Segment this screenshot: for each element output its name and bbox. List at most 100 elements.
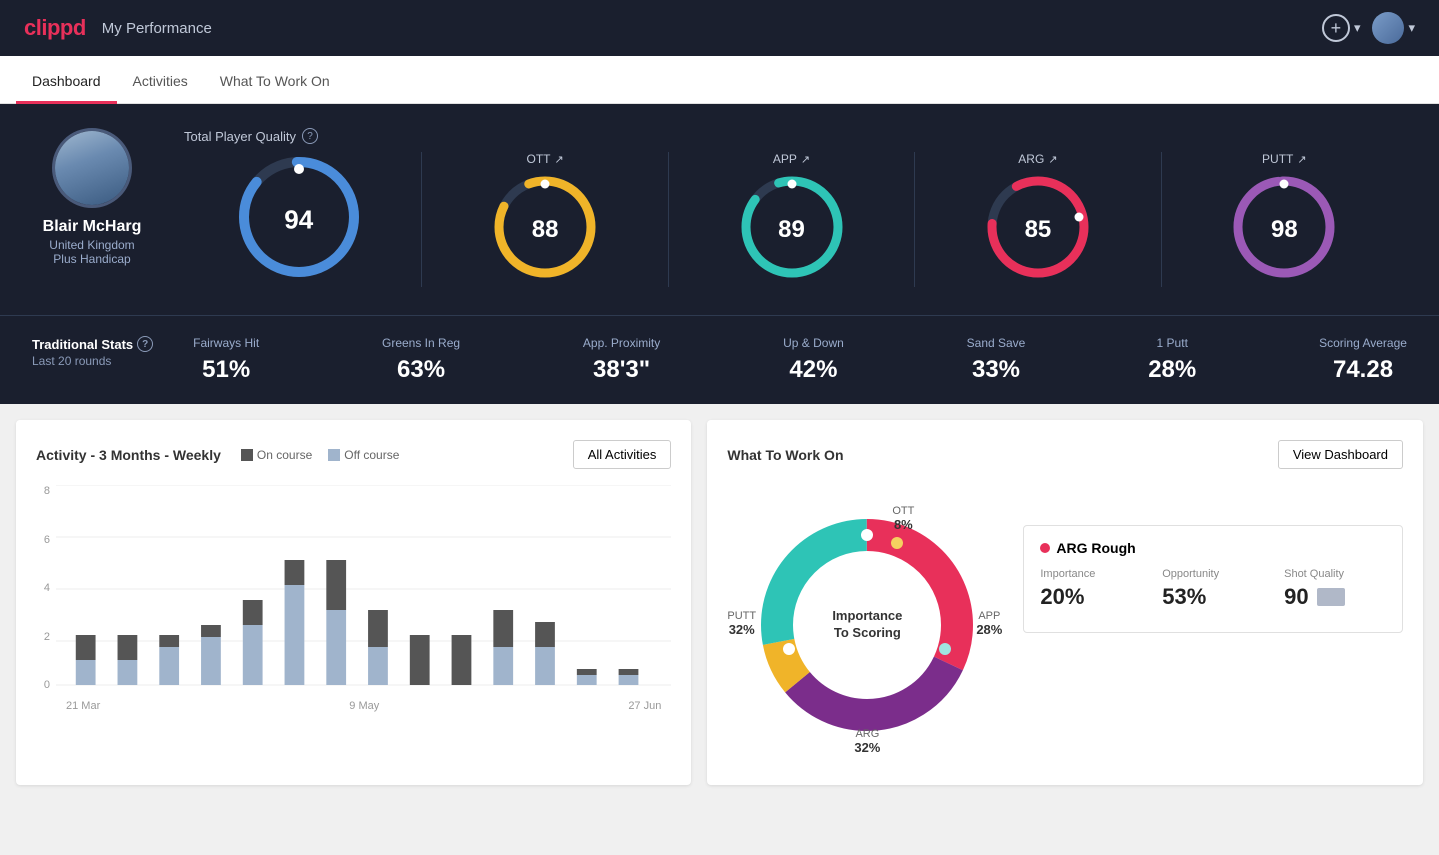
player-avatar-image [55,131,129,205]
gauge-total: 94 [184,152,422,287]
wtwo-panel: What To Work On View Dashboard [707,420,1423,785]
chart-legend: On course Off course [241,448,400,462]
user-menu-button[interactable]: ▾ [1372,12,1415,44]
gauge-arg-label: ARG ↗ [1018,152,1057,166]
activity-panel: Activity - 3 Months - Weekly On course O… [16,420,691,785]
header-left: clippd My Performance [24,15,212,41]
gauge-putt-value: 98 [1271,216,1298,244]
header-right: + ▾ ▾ [1322,12,1415,44]
user-chevron: ▾ [1408,20,1415,36]
stats-title: Traditional Stats ? [32,336,153,352]
stat-up-down: Up & Down 42% [783,336,844,384]
shot-quality-row: 90 [1284,584,1386,610]
performance-panel: Blair McHarg United Kingdom Plus Handica… [0,104,1439,315]
player-handicap: Plus Handicap [53,252,130,266]
y-axis: 8 6 4 2 0 [36,485,56,695]
donut-center-text: Importance To Scoring [827,608,907,642]
gauge-arg-value: 85 [1025,216,1052,244]
detail-metric-opportunity: Opportunity 53% [1162,568,1264,610]
putt-label-pct: 32% [727,622,756,637]
player-avatar [52,128,132,208]
wtwo-content: Importance To Scoring OTT 8% APP 28% ARG… [727,485,1403,765]
arg-label-text: ARG [854,728,880,740]
donut-label-ott: OTT 8% [892,505,914,532]
donut-label-app: APP 28% [976,610,1002,637]
stat-sand-save: Sand Save 33% [967,336,1026,384]
gauge-app-circle: 89 [737,172,847,287]
gauge-arg: ARG ↗ 85 [915,152,1161,287]
y-label-2: 2 [36,631,50,643]
activity-panel-header: Activity - 3 Months - Weekly On course O… [36,440,671,469]
user-avatar [1372,12,1404,44]
add-chevron: ▾ [1354,20,1361,36]
donut-chart-area: Importance To Scoring OTT 8% APP 28% ARG… [727,485,1007,765]
stats-row: Traditional Stats ? Last 20 rounds Fairw… [0,315,1439,404]
detail-card: ARG Rough Importance 20% Opportunity 53%… [1023,525,1403,633]
chart-inner: 21 Mar 9 May 27 Jun [56,485,671,712]
player-section: Blair McHarg United Kingdom Plus Handica… [32,128,1407,287]
putt-label-text: PUTT [727,610,756,622]
app-label-pct: 28% [976,622,1002,637]
bar-chart-svg [56,485,671,695]
y-label-4: 4 [36,582,50,594]
tabs-nav: Dashboard Activities What To Work On [0,56,1439,104]
gauge-total-circle: 94 [234,152,364,287]
activity-title: Activity - 3 Months - Weekly [36,447,221,463]
detail-metrics: Importance 20% Opportunity 53% Shot Qual… [1040,568,1386,610]
shot-quality-swatch [1317,588,1345,606]
avatar-image [1372,12,1404,44]
all-activities-button[interactable]: All Activities [573,440,672,469]
donut-label-arg: ARG 32% [854,728,880,755]
gauge-putt-circle: 98 [1229,172,1339,287]
header-title: My Performance [102,20,212,37]
add-button[interactable]: + ▾ [1322,14,1361,42]
stat-fairways: Fairways Hit 51% [193,336,259,384]
player-info: Blair McHarg United Kingdom Plus Handica… [32,128,152,266]
gauge-ott-circle: 88 [490,172,600,287]
detail-metric-shot-quality: Shot Quality 90 [1284,568,1386,610]
x-label-march: 21 Mar [66,700,100,712]
y-label-0: 0 [36,679,50,691]
tab-dashboard[interactable]: Dashboard [16,73,117,104]
stats-values: Fairways Hit 51% Greens In Reg 63% App. … [193,336,1407,384]
arg-arrow-icon: ↗ [1048,153,1057,166]
donut-label-putt: PUTT 32% [727,610,756,637]
gauge-app-value: 89 [778,216,805,244]
app-arrow-icon: ↗ [801,153,810,166]
stat-proximity: App. Proximity 38'3" [583,336,660,384]
ott-label-pct: 8% [892,517,914,532]
ott-arrow-icon: ↗ [555,153,564,166]
y-label-8: 8 [36,485,50,497]
donut-center-line1: Importance [827,608,907,625]
legend-on-course-box [241,449,253,461]
tab-what-to-work-on[interactable]: What To Work On [204,73,346,104]
stats-help-icon[interactable]: ? [137,336,153,352]
app-label-text: APP [976,610,1002,622]
detail-card-title: ARG Rough [1040,540,1386,556]
gauge-putt: PUTT ↗ 98 [1162,152,1407,287]
view-dashboard-button[interactable]: View Dashboard [1278,440,1403,469]
stat-greens: Greens In Reg 63% [382,336,460,384]
gauge-total-value: 94 [284,204,313,235]
detail-red-dot [1040,543,1050,553]
quality-title: Total Player Quality [184,129,296,144]
tab-activities[interactable]: Activities [117,73,204,104]
legend-off-course-box [328,449,340,461]
legend-on-course: On course [241,448,312,462]
stat-one-putt: 1 Putt 28% [1148,336,1196,384]
player-country: United Kingdom [49,238,134,252]
stats-label-section: Traditional Stats ? Last 20 rounds [32,336,153,368]
bottom-row: Activity - 3 Months - Weekly On course O… [0,404,1439,801]
gauge-ott: OTT ↗ 88 [422,152,668,287]
gauge-ott-value: 88 [532,216,559,244]
gauge-app-label: APP ↗ [773,152,810,166]
x-axis: 21 Mar 9 May 27 Jun [56,700,671,712]
quality-section: Total Player Quality ? 94 [184,128,1407,287]
quality-header: Total Player Quality ? [184,128,1407,144]
detail-metric-importance: Importance 20% [1040,568,1142,610]
quality-help-icon[interactable]: ? [302,128,318,144]
chart-container: 8 6 4 2 0 [36,485,671,712]
player-name: Blair McHarg [43,218,142,236]
x-label-june: 27 Jun [628,700,661,712]
gauge-app: APP ↗ 89 [669,152,915,287]
